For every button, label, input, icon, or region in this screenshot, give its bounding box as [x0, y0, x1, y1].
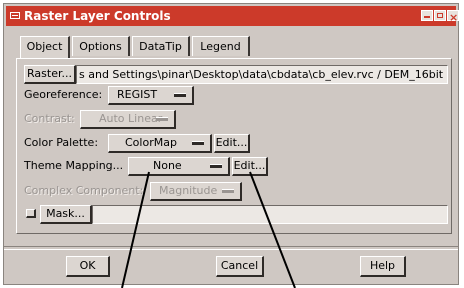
pointer-line-edit: [249, 171, 296, 288]
pointer-line-dropdown: [121, 171, 150, 288]
callout-pointer-lines: [121, 171, 296, 288]
